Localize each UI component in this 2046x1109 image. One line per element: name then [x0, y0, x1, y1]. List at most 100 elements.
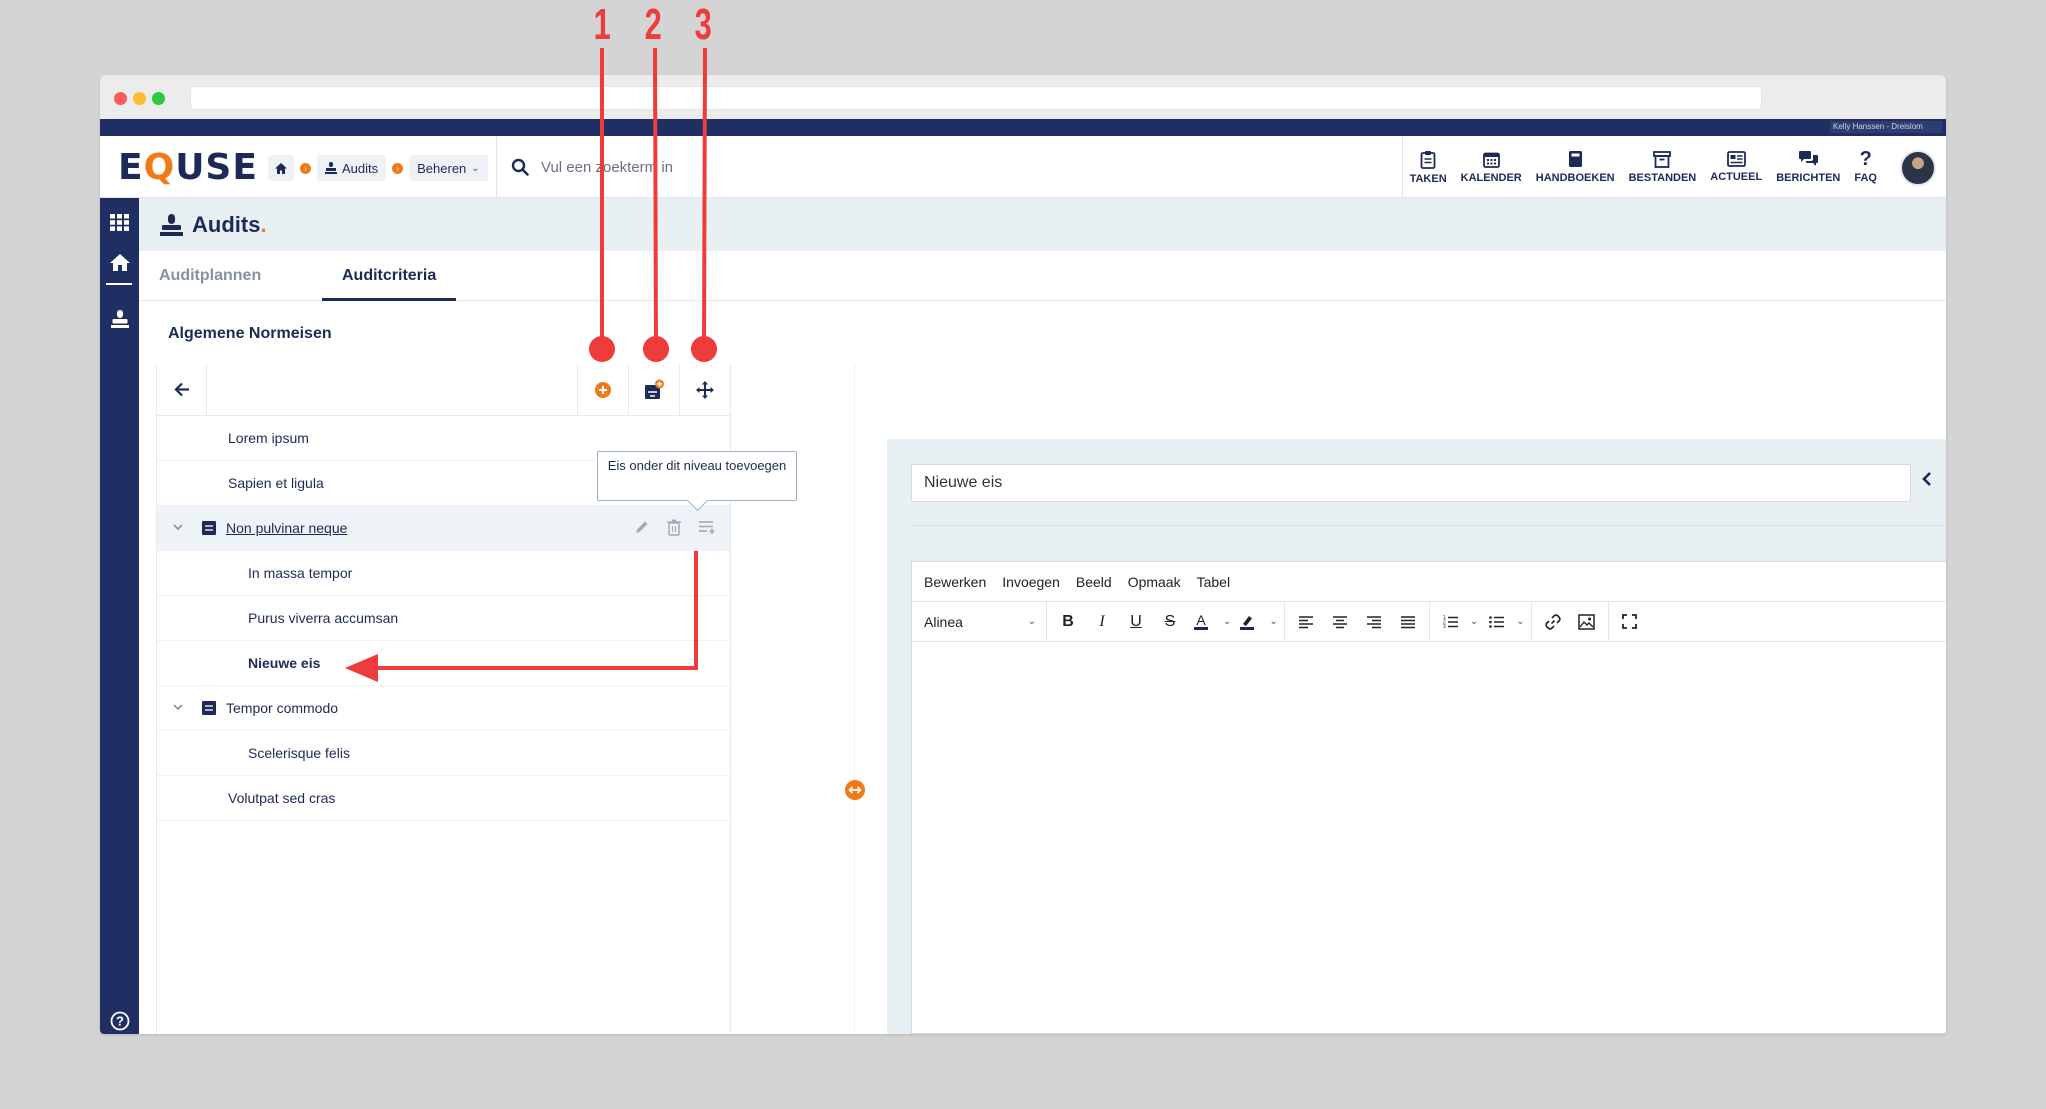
chevron-down-icon[interactable]	[172, 701, 184, 713]
tree-row[interactable]: Volutpat sed cras	[157, 776, 730, 821]
tree-row-label: Lorem ipsum	[228, 430, 309, 446]
chevron-down-icon[interactable]	[172, 521, 184, 533]
edit-pencil-icon[interactable]	[634, 519, 650, 535]
tab-auditcriteria[interactable]: Auditcriteria	[322, 251, 457, 301]
splitter-handle[interactable]	[845, 780, 865, 800]
page-header: Audits.	[139, 198, 1946, 251]
svg-text:?: ?	[116, 1014, 124, 1029]
editor-panel: Bewerken Invoegen Beeld Opmaak Tabel Ali…	[887, 439, 1946, 1034]
folder-icon	[202, 521, 216, 535]
numbered-list-icon[interactable]: 123	[1436, 607, 1466, 637]
home-icon	[109, 253, 130, 271]
tree-row-label: Tempor commodo	[226, 700, 339, 716]
chevron-down-icon[interactable]: ⌄	[1516, 616, 1524, 627]
breadcrumb-home[interactable]	[268, 155, 294, 181]
chevron-down-icon[interactable]: ⌄	[1470, 616, 1478, 627]
view-group	[1609, 602, 1651, 642]
chevron-right-icon[interactable]	[1945, 471, 1946, 487]
address-bar[interactable]	[190, 86, 1762, 110]
tab-auditplannen[interactable]: Auditplannen	[139, 251, 281, 301]
section-title: Algemene Normeisen	[168, 325, 332, 342]
arrow-left-icon	[173, 382, 189, 397]
link-icon[interactable]	[1538, 607, 1568, 637]
menu-tabel[interactable]: Tabel	[1197, 574, 1230, 590]
add-folder-icon	[645, 379, 664, 399]
image-icon[interactable]	[1572, 607, 1602, 637]
nav-actueel[interactable]: ACTUEEL	[1703, 136, 1769, 198]
nav-bestanden[interactable]: BESTANDEN	[1622, 136, 1704, 198]
nav-handboeken[interactable]: HANDBOEKEN	[1529, 136, 1622, 198]
news-icon	[1726, 151, 1746, 167]
menu-beeld[interactable]: Beeld	[1076, 574, 1112, 590]
align-justify-icon[interactable]	[1393, 607, 1423, 637]
user-avatar[interactable]	[1900, 150, 1936, 186]
tooltip: Eis onder dit niveau toevoegen	[597, 451, 797, 501]
text-color-icon[interactable]: A	[1189, 607, 1219, 637]
nav-faq-label: FAQ	[1854, 172, 1877, 184]
logo-suffix: USE	[175, 147, 258, 188]
breadcrumb-manage-dropdown[interactable]: Beheren ⌄	[409, 155, 488, 181]
annotation-number-2: 2	[644, 0, 662, 49]
sidebar-help[interactable]: ?	[100, 1004, 139, 1034]
equse-logo[interactable]: EQUSE	[118, 150, 258, 186]
tree-row-label: Sapien et ligula	[228, 475, 324, 491]
divider	[911, 525, 1946, 526]
tree-row-label: Purus viverra accumsan	[248, 610, 399, 626]
trash-icon[interactable]	[666, 519, 682, 536]
nav-kalender-label: KALENDER	[1460, 171, 1522, 184]
chat-icon	[1798, 151, 1818, 166]
tab-bar: Auditplannen Auditcriteria	[139, 251, 1946, 301]
back-button[interactable]	[157, 364, 207, 415]
strikethrough-icon[interactable]: S	[1155, 607, 1185, 637]
nav-taken[interactable]: TAKEN	[1403, 136, 1454, 198]
requirement-title-input[interactable]	[911, 464, 1911, 502]
tree-row[interactable]: Scelerisque felis	[157, 731, 730, 776]
chevron-left-icon[interactable]	[1921, 471, 1933, 487]
main-content: Audits. Auditplannen Auditcriteria Algem…	[139, 198, 1946, 1034]
tree-row[interactable]: In massa tempor	[157, 551, 730, 596]
align-left-icon[interactable]	[1291, 607, 1321, 637]
add-sub-requirement-icon[interactable]	[698, 519, 716, 535]
editor-body[interactable]	[912, 643, 1946, 1033]
tree-row-group[interactable]: Tempor commodo	[157, 686, 730, 731]
chevron-down-icon[interactable]: ⌄	[1223, 616, 1231, 627]
plus-circle-icon	[595, 381, 611, 398]
nav-faq[interactable]: ? FAQ	[1847, 136, 1884, 198]
bold-icon[interactable]: B	[1053, 607, 1083, 637]
menu-invoegen[interactable]: Invoegen	[1002, 574, 1060, 590]
alignment-group	[1285, 601, 1430, 642]
editor-inner: Bewerken Invoegen Beeld Opmaak Tabel Ali…	[911, 439, 1946, 1034]
italic-icon[interactable]: I	[1087, 607, 1117, 637]
chevron-down-icon[interactable]: ⌄	[1269, 616, 1277, 627]
highlight-color-icon[interactable]	[1235, 607, 1265, 637]
top-navigation: TAKEN KALENDER HANDBOEKEN BESTANDEN ACTU…	[1401, 136, 1884, 198]
fullscreen-icon[interactable]	[1615, 607, 1645, 637]
nav-berichten[interactable]: BERICHTEN	[1769, 136, 1847, 198]
breadcrumb-audits[interactable]: Audits	[317, 155, 387, 181]
sidebar-apps[interactable]	[100, 205, 139, 239]
record-navigation	[1921, 471, 1946, 487]
align-center-icon[interactable]	[1325, 607, 1355, 637]
tree-row-group-selected[interactable]: Non pulvinar neque	[157, 506, 730, 551]
bullet-list-icon[interactable]	[1482, 607, 1512, 637]
search-input[interactable]	[541, 158, 1341, 176]
left-sidebar: ?	[100, 198, 139, 1034]
sidebar-audits[interactable]	[100, 302, 139, 336]
underline-icon[interactable]: U	[1121, 607, 1151, 637]
page-title-text: Audits	[192, 211, 261, 237]
block-format-select[interactable]: Alinea ⌄	[912, 601, 1047, 642]
tree-row[interactable]: Purus viverra accumsan	[157, 596, 730, 641]
add-level-button[interactable]	[628, 364, 679, 415]
add-requirement-button[interactable]	[577, 364, 628, 415]
align-right-icon[interactable]	[1359, 607, 1389, 637]
menu-bewerken[interactable]: Bewerken	[924, 574, 986, 590]
minimize-window-button[interactable]	[133, 92, 146, 105]
sidebar-home[interactable]	[100, 245, 139, 279]
close-window-button[interactable]	[114, 92, 127, 105]
maximize-window-button[interactable]	[152, 92, 165, 105]
move-button[interactable]	[679, 364, 730, 415]
nav-kalender[interactable]: KALENDER	[1454, 136, 1529, 198]
tree-row-new[interactable]: Nieuwe eis	[157, 641, 730, 686]
menu-opmaak[interactable]: Opmaak	[1128, 574, 1181, 590]
tree-row-label[interactable]: Non pulvinar neque	[226, 520, 347, 536]
